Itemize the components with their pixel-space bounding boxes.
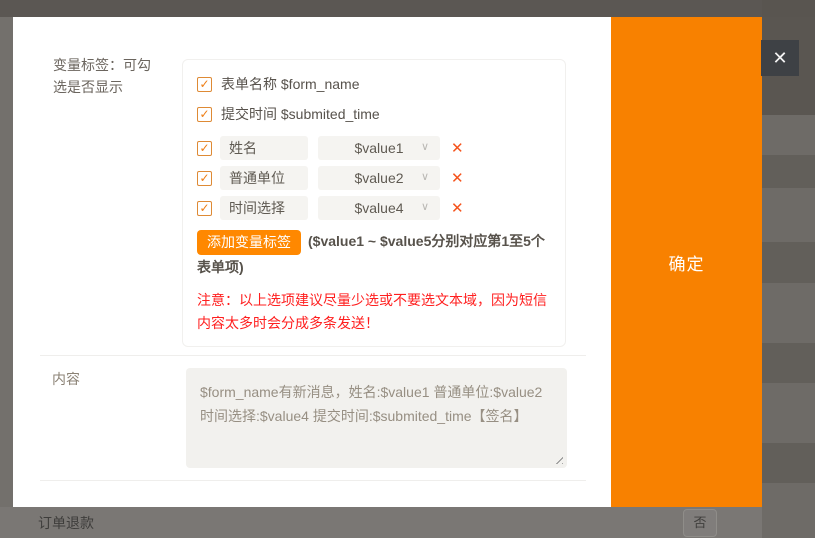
variable-value-select[interactable]: $value2 ∨ (318, 166, 440, 190)
variable-name-input[interactable] (220, 196, 308, 220)
variable-tags-label: 变量标签：可勾选是否显示 (53, 54, 155, 98)
variable-row: ✓ $value4 ∨ ✕ (197, 196, 551, 220)
chevron-down-icon: ∨ (421, 170, 429, 183)
add-variable-tag-button[interactable]: 添加变量标签 (197, 230, 301, 255)
variable-name-input[interactable] (220, 166, 308, 190)
variable-row: ✓ $value2 ∨ ✕ (197, 166, 551, 190)
submit-time-checkbox[interactable]: ✓ (197, 107, 212, 122)
order-refund-no-button[interactable]: 否 (683, 509, 717, 537)
fixed-option-row: ✓ 提交时间 $submited_time (197, 106, 551, 122)
close-icon: ✕ (772, 48, 787, 68)
order-refund-label: 订单退款 (38, 513, 94, 533)
check-icon: ✓ (199, 201, 209, 215)
confirm-panel: 确定 (611, 17, 762, 507)
content-textarea-wrap: $form_name有新消息，姓名:$value1 普通单位:$value2 时… (186, 368, 567, 468)
form-name-checkbox[interactable]: ✓ (197, 77, 212, 92)
confirm-button[interactable]: 确定 (669, 250, 705, 275)
variable-value-select[interactable]: $value1 ∨ (318, 136, 440, 160)
sms-variable-dialog: 变量标签：可勾选是否显示 ✓ 表单名称 $form_name ✓ 提交时间 $s… (13, 17, 762, 507)
sms-warning-text: 注意：以上选项建议尽量少选或不要选文本域，因为短信内容太多时会分成多条发送！ (197, 289, 551, 335)
section-divider (40, 480, 586, 481)
variable-checkbox[interactable]: ✓ (197, 141, 212, 156)
variable-checkbox[interactable]: ✓ (197, 201, 212, 216)
remove-variable-button[interactable]: ✕ (451, 201, 464, 216)
section-divider (40, 355, 586, 356)
check-icon: ✓ (199, 171, 209, 185)
dialog-body: 变量标签：可勾选是否显示 ✓ 表单名称 $form_name ✓ 提交时间 $s… (13, 17, 611, 507)
check-icon: ✓ (199, 141, 209, 155)
close-button[interactable]: ✕ (761, 40, 799, 76)
variable-checkbox[interactable]: ✓ (197, 171, 212, 186)
remove-variable-button[interactable]: ✕ (451, 171, 464, 186)
chevron-down-icon: ∨ (421, 140, 429, 153)
remove-icon: ✕ (451, 200, 464, 217)
background-top-band (0, 0, 815, 17)
background-page-row: 订单退款 否 (0, 507, 762, 538)
remove-variable-button[interactable]: ✕ (451, 141, 464, 156)
remove-icon: ✕ (451, 140, 464, 157)
add-variable-row: 添加变量标签($value1 ~ $value5分别对应第1至5个表单项) (197, 229, 551, 279)
form-name-option-label: 表单名称 $form_name (221, 74, 359, 94)
selected-value: $value4 (354, 200, 403, 216)
variable-tags-box: ✓ 表单名称 $form_name ✓ 提交时间 $submited_time … (182, 59, 566, 347)
variable-name-input[interactable] (220, 136, 308, 160)
fixed-option-row: ✓ 表单名称 $form_name (197, 76, 551, 92)
variable-row: ✓ $value1 ∨ ✕ (197, 136, 551, 160)
submit-time-option-label: 提交时间 $submited_time (221, 104, 380, 124)
background-table-rows (762, 0, 815, 538)
selected-value: $value1 (354, 140, 403, 156)
sms-content-textarea[interactable]: $form_name有新消息，姓名:$value1 普通单位:$value2 时… (186, 368, 567, 468)
content-label: 内容 (52, 369, 80, 389)
selected-value: $value2 (354, 170, 403, 186)
check-icon: ✓ (199, 77, 209, 91)
variable-value-select[interactable]: $value4 ∨ (318, 196, 440, 220)
chevron-down-icon: ∨ (421, 200, 429, 213)
remove-icon: ✕ (451, 170, 464, 187)
check-icon: ✓ (199, 107, 209, 121)
